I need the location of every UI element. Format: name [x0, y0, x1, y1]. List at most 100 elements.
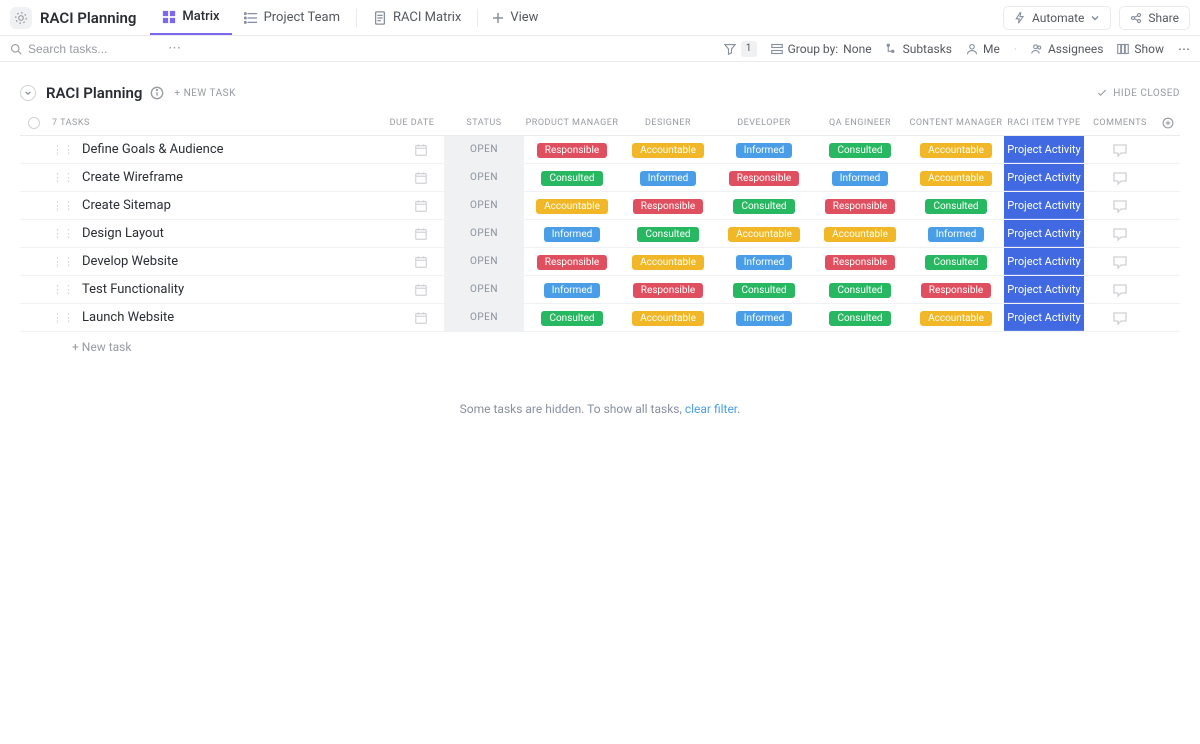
raci-pill[interactable]: Responsible [825, 199, 895, 214]
drag-handle-icon[interactable]: ⋮⋮ [52, 283, 74, 296]
item-type-cell[interactable]: Project Activity [1004, 192, 1084, 219]
col-designer[interactable]: DESIGNER [620, 118, 716, 128]
raci-pill[interactable]: Accountable [632, 143, 704, 158]
tab-raci-matrix[interactable]: RACI Matrix [361, 0, 473, 35]
item-type-cell[interactable]: Project Activity [1004, 276, 1084, 303]
status-cell[interactable]: OPEN [444, 248, 524, 275]
raci-pill[interactable]: Accountable [632, 255, 704, 270]
status-cell[interactable]: OPEN [444, 164, 524, 191]
comment-icon[interactable] [1112, 254, 1128, 270]
item-type-cell[interactable]: Project Activity [1004, 220, 1084, 247]
collapse-group-button[interactable] [20, 85, 36, 101]
col-product-manager[interactable]: PRODUCT MANAGER [524, 118, 620, 128]
raci-pill[interactable]: Consulted [733, 199, 794, 214]
col-comments[interactable]: COMMENTS [1084, 118, 1156, 128]
raci-pill[interactable]: Informed [544, 283, 601, 298]
drag-handle-icon[interactable]: ⋮⋮ [52, 199, 74, 212]
comment-icon[interactable] [1112, 142, 1128, 158]
task-row[interactable]: ⋮⋮Launch WebsiteOPENConsultedAccountable… [20, 304, 1180, 332]
subtasks-button[interactable]: Subtasks [886, 42, 952, 56]
raci-pill[interactable]: Consulted [829, 311, 890, 326]
raci-pill[interactable]: Informed [736, 311, 793, 326]
raci-pill[interactable]: Informed [832, 171, 889, 186]
comment-icon[interactable] [1112, 226, 1128, 242]
show-button[interactable]: Show [1117, 42, 1164, 56]
toolbar-more-button[interactable]: ⋯ [168, 41, 181, 56]
raci-pill[interactable]: Consulted [637, 227, 698, 242]
col-status[interactable]: STATUS [444, 118, 524, 128]
assignees-button[interactable]: Assignees [1031, 42, 1103, 56]
task-row[interactable]: ⋮⋮Develop WebsiteOPENResponsibleAccounta… [20, 248, 1180, 276]
col-qa-engineer[interactable]: QA ENGINEER [812, 118, 908, 128]
automate-button[interactable]: Automate [1003, 6, 1111, 30]
task-row[interactable]: ⋮⋮Design LayoutOPENInformedConsultedAcco… [20, 220, 1180, 248]
raci-pill[interactable]: Responsible [633, 283, 703, 298]
raci-pill[interactable]: Consulted [541, 311, 602, 326]
task-row[interactable]: ⋮⋮Create SitemapOPENAccountableResponsib… [20, 192, 1180, 220]
comment-icon[interactable] [1112, 170, 1128, 186]
col-content-manager[interactable]: CONTENT MANAGER [908, 118, 1004, 128]
hide-closed-button[interactable]: HIDE CLOSED [1096, 87, 1180, 99]
add-column-button[interactable] [1156, 117, 1180, 129]
status-cell[interactable]: OPEN [444, 136, 524, 163]
new-task-row-button[interactable]: + New task [20, 332, 1180, 362]
raci-pill[interactable]: Accountable [920, 143, 992, 158]
drag-handle-icon[interactable]: ⋮⋮ [52, 255, 74, 268]
comment-icon[interactable] [1112, 282, 1128, 298]
status-cell[interactable]: OPEN [444, 304, 524, 331]
col-due-date[interactable]: DUE DATE [380, 118, 444, 128]
task-row[interactable]: ⋮⋮Define Goals & AudienceOPENResponsible… [20, 136, 1180, 164]
raci-pill[interactable]: Responsible [921, 283, 991, 298]
raci-pill[interactable]: Accountable [824, 227, 896, 242]
raci-pill[interactable]: Informed [736, 255, 793, 270]
select-all-checkbox[interactable] [28, 117, 40, 129]
raci-pill[interactable]: Accountable [632, 311, 704, 326]
raci-pill[interactable]: Consulted [829, 283, 890, 298]
raci-pill[interactable]: Responsible [537, 255, 607, 270]
add-view-button[interactable]: View [482, 5, 548, 31]
raci-pill[interactable]: Consulted [733, 283, 794, 298]
tab-project-team[interactable]: Project Team [232, 0, 352, 35]
raci-pill[interactable]: Responsible [537, 143, 607, 158]
raci-pill[interactable]: Responsible [729, 171, 799, 186]
col-item-type[interactable]: RACI ITEM TYPE [1004, 118, 1084, 128]
task-row[interactable]: ⋮⋮Test FunctionalityOPENInformedResponsi… [20, 276, 1180, 304]
group-by-button[interactable]: Group by: None [771, 42, 872, 56]
search-input[interactable] [28, 42, 148, 56]
raci-pill[interactable]: Consulted [925, 255, 986, 270]
raci-pill[interactable]: Consulted [925, 199, 986, 214]
task-row[interactable]: ⋮⋮Create WireframeOPENConsultedInformedR… [20, 164, 1180, 192]
status-cell[interactable]: OPEN [444, 220, 524, 247]
drag-handle-icon[interactable]: ⋮⋮ [52, 311, 74, 324]
raci-pill[interactable]: Informed [640, 171, 697, 186]
more-options-button[interactable]: ⋯ [1178, 42, 1190, 56]
raci-pill[interactable]: Accountable [920, 311, 992, 326]
col-developer[interactable]: DEVELOPER [716, 118, 812, 128]
raci-pill[interactable]: Consulted [541, 171, 602, 186]
raci-pill[interactable]: Accountable [920, 171, 992, 186]
filter-button[interactable]: 1 [724, 41, 757, 57]
status-cell[interactable]: OPEN [444, 192, 524, 219]
comment-icon[interactable] [1112, 310, 1128, 326]
calendar-icon[interactable] [414, 255, 428, 269]
calendar-icon[interactable] [414, 311, 428, 325]
raci-pill[interactable]: Informed [544, 227, 601, 242]
drag-handle-icon[interactable]: ⋮⋮ [52, 227, 74, 240]
raci-pill[interactable]: Consulted [829, 143, 890, 158]
raci-pill[interactable]: Informed [736, 143, 793, 158]
share-button[interactable]: Share [1119, 6, 1190, 30]
info-icon[interactable] [150, 86, 164, 100]
status-cell[interactable]: OPEN [444, 276, 524, 303]
clear-filter-link[interactable]: clear filter [685, 402, 737, 416]
drag-handle-icon[interactable]: ⋮⋮ [52, 171, 74, 184]
new-task-inline-button[interactable]: + NEW TASK [174, 88, 235, 99]
raci-pill[interactable]: Responsible [825, 255, 895, 270]
calendar-icon[interactable] [414, 283, 428, 297]
item-type-cell[interactable]: Project Activity [1004, 164, 1084, 191]
calendar-icon[interactable] [414, 171, 428, 185]
calendar-icon[interactable] [414, 199, 428, 213]
item-type-cell[interactable]: Project Activity [1004, 248, 1084, 275]
raci-pill[interactable]: Accountable [536, 199, 608, 214]
drag-handle-icon[interactable]: ⋮⋮ [52, 143, 74, 156]
item-type-cell[interactable]: Project Activity [1004, 136, 1084, 163]
